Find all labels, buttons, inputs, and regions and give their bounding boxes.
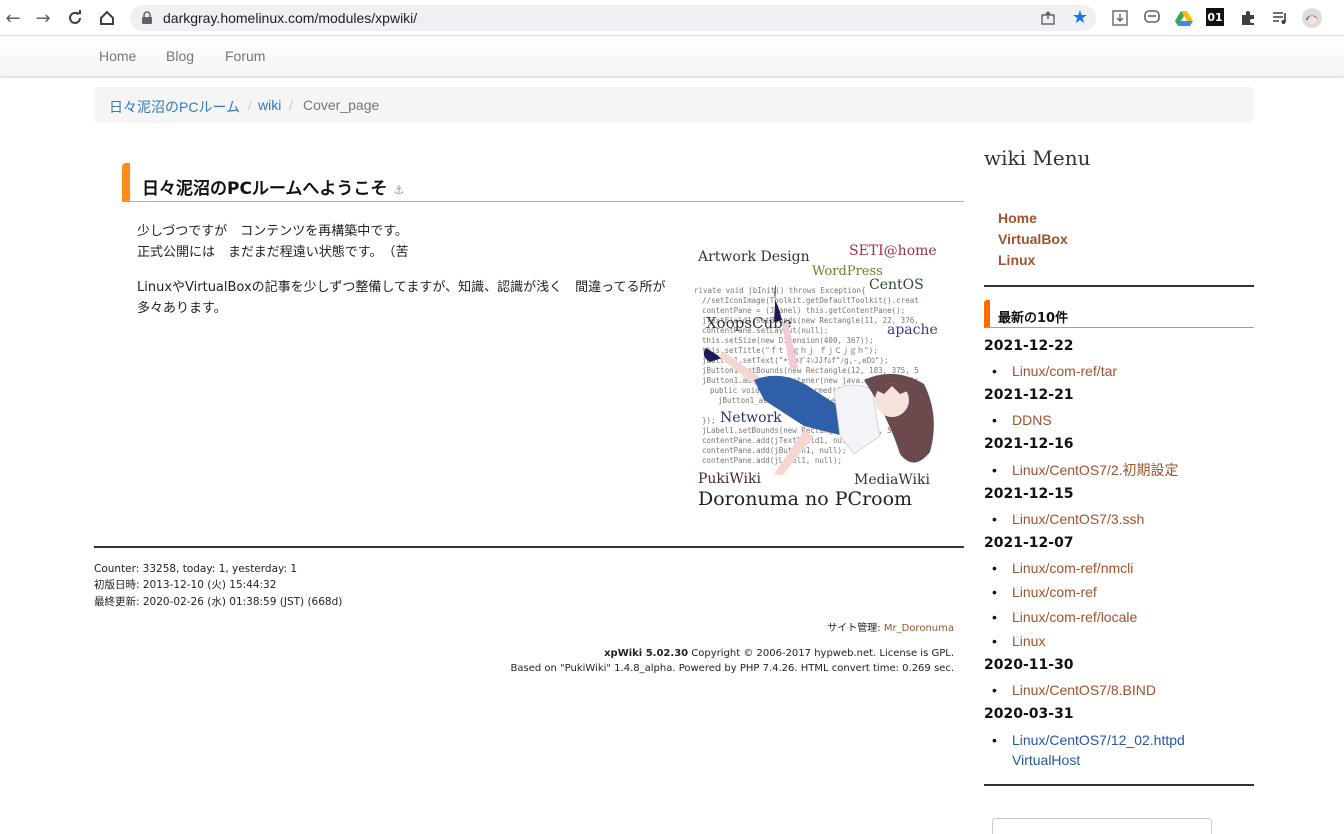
nav-home-link[interactable]: Home bbox=[99, 48, 136, 64]
breadcrumb-wiki-link[interactable]: wiki bbox=[258, 97, 281, 113]
breadcrumb-current: Cover_page bbox=[303, 97, 380, 113]
puzzle-extensions-icon[interactable] bbox=[1238, 8, 1258, 28]
recent-date: 2021-12-16 bbox=[984, 436, 1074, 452]
intro-line-2: 正式公開には まだまだ程遠い状態です。 （苦 bbox=[137, 245, 409, 260]
artwork-title: Doronuma no PCroom bbox=[698, 488, 912, 510]
recent-link[interactable]: Linux/com-ref bbox=[992, 582, 1097, 602]
svg-text:rivate void jbInit() throws Ex: rivate void jbInit() throws Exception{ bbox=[694, 286, 866, 295]
powered-by: Based on "PukiWiki" 1.4.8_alpha. Powered… bbox=[510, 663, 954, 674]
address-bar[interactable]: darkgray.homelinux.com/modules/xpwiki/ ★ bbox=[130, 5, 1096, 31]
profile-avatar[interactable] bbox=[1302, 8, 1322, 28]
breadcrumb-separator: / bbox=[289, 97, 293, 113]
site-navbar: Home Blog Forum bbox=[0, 37, 1344, 77]
page-title: 日々泥沼のPCルームへようこそ bbox=[142, 179, 388, 199]
counter-extension-icon[interactable]: 01 bbox=[1206, 8, 1224, 26]
artwork-word: Network bbox=[720, 410, 782, 426]
breadcrumb: 日々泥沼のPCルーム / wiki / Cover_page bbox=[94, 87, 1254, 123]
sidebar-divider bbox=[984, 285, 1254, 287]
menu-item-virtualbox[interactable]: VirtualBox bbox=[998, 231, 1068, 247]
recent-link[interactable]: Linux/com-ref/nmcli bbox=[992, 558, 1133, 578]
recent-date: 2021-12-15 bbox=[984, 486, 1074, 502]
recent-changes-heading: 最新の10件 bbox=[984, 300, 1254, 328]
chat-extension-icon[interactable] bbox=[1142, 8, 1162, 28]
nav-blog-link[interactable]: Blog bbox=[166, 48, 194, 64]
page-heading: 日々泥沼のPCルームへようこそ ⚓ bbox=[122, 163, 964, 202]
menu-item-home[interactable]: Home bbox=[998, 210, 1037, 226]
recent-date: 2021-12-07 bbox=[984, 535, 1074, 551]
svg-text:});: }); bbox=[702, 416, 716, 425]
recent-link[interactable]: Linux/com-ref/tar bbox=[992, 361, 1117, 381]
artwork-word: CentOS bbox=[869, 277, 924, 293]
menu-item-linux[interactable]: Linux bbox=[998, 252, 1035, 268]
recent-link[interactable]: Linux/CentOS7/3.ssh bbox=[992, 509, 1144, 529]
xpwiki-credit: xpWiki 5.02.30 Copyright © 2006-2017 hyp… bbox=[604, 646, 954, 662]
recent-link[interactable]: Linux bbox=[992, 631, 1046, 651]
back-arrow-icon[interactable]: ← bbox=[2, 7, 24, 29]
svg-text:contentPane.add(jTextField1, n: contentPane.add(jTextField1, null); bbox=[702, 436, 860, 445]
svg-text:contentPane.add(jLabel1, null): contentPane.add(jLabel1, null); bbox=[702, 456, 842, 465]
page-counter: Counter: 33258, today: 1, yesterday: 1 bbox=[94, 563, 298, 575]
recent-link[interactable]: Linux/com-ref/locale bbox=[992, 607, 1137, 627]
site-artwork-image: rivate void jbInit() throws Exception{ /… bbox=[694, 243, 938, 510]
svg-text:contentPane.add(jButton1, null: contentPane.add(jButton1, null); bbox=[702, 446, 847, 455]
google-drive-icon[interactable] bbox=[1174, 8, 1194, 28]
artwork-word: apache bbox=[887, 322, 938, 338]
recent-date: 2020-11-30 bbox=[984, 657, 1074, 673]
recent-date: 2020-03-31 bbox=[984, 706, 1074, 722]
media-queue-icon[interactable] bbox=[1270, 8, 1290, 28]
download-icon[interactable] bbox=[1110, 8, 1130, 28]
url-text: darkgray.homelinux.com/modules/xpwiki/ bbox=[163, 10, 418, 26]
intro-paragraph: LinuxやVirtualBoxの記事を少しずつ整備してますが、知識、認識が浅く… bbox=[137, 280, 666, 316]
xpwiki-version[interactable]: xpWiki 5.02.30 bbox=[604, 648, 688, 659]
copyright-text: Copyright © 2006-2017 hypweb.net. Licens… bbox=[688, 648, 954, 659]
site-admin-link[interactable]: Mr_Doronuma bbox=[884, 623, 954, 634]
first-published: 初版日時: 2013-12-10 (火) 15:44:32 bbox=[94, 579, 277, 591]
breadcrumb-separator: / bbox=[248, 97, 252, 113]
nav-forum-link[interactable]: Forum bbox=[225, 48, 265, 64]
sidebar-divider bbox=[984, 784, 1254, 786]
artwork-word: SETI@home bbox=[849, 243, 937, 259]
artwork-word: MediaWiki bbox=[854, 472, 931, 488]
browser-toolbar: ← → darkgray.homelinux.com/modules/xpwik… bbox=[0, 0, 1344, 36]
site-admin: サイト管理: Mr_Doronuma bbox=[827, 621, 954, 637]
lock-icon bbox=[142, 11, 152, 24]
content-divider bbox=[94, 546, 964, 548]
recent-link[interactable]: Linux/CentOS7/2.初期設定 bbox=[992, 460, 1179, 480]
recent-link[interactable]: Linux/CentOS7/8.BIND bbox=[992, 680, 1156, 700]
forward-arrow-icon[interactable]: → bbox=[32, 7, 54, 29]
share-icon[interactable] bbox=[1040, 10, 1056, 26]
anchor-icon[interactable]: ⚓ bbox=[393, 183, 404, 197]
recent-date: 2021-12-21 bbox=[984, 387, 1074, 403]
sidebar-search-box[interactable] bbox=[992, 818, 1212, 834]
wiki-menu-title: wiki Menu bbox=[984, 146, 1091, 170]
svg-text://setIconImage(Toolkit.getDefa: //setIconImage(Toolkit.getDefaultToolkit… bbox=[702, 296, 919, 305]
recent-date: 2021-12-22 bbox=[984, 338, 1074, 354]
site-admin-label: サイト管理: bbox=[827, 623, 884, 634]
recent-link[interactable]: Linux/CentOS7/12_02.httpdVirtualHost bbox=[992, 730, 1185, 770]
bookmark-star-icon[interactable]: ★ bbox=[1072, 7, 1088, 29]
last-updated: 最終更新: 2020-02-26 (水) 01:38:59 (JST) (668… bbox=[94, 596, 343, 608]
intro-line-1: 少しづつですが コンテンツを再構築中です。 bbox=[137, 224, 408, 239]
recent-link[interactable]: DDNS bbox=[992, 410, 1052, 430]
reload-icon[interactable] bbox=[64, 7, 86, 29]
home-icon[interactable] bbox=[96, 7, 118, 29]
recent-title: 最新の10件 bbox=[998, 311, 1069, 326]
breadcrumb-site-link[interactable]: 日々泥沼のPCルーム bbox=[109, 97, 240, 117]
artwork-word: PukiWiki bbox=[698, 471, 762, 487]
artwork-word: Artwork Design bbox=[697, 249, 810, 265]
